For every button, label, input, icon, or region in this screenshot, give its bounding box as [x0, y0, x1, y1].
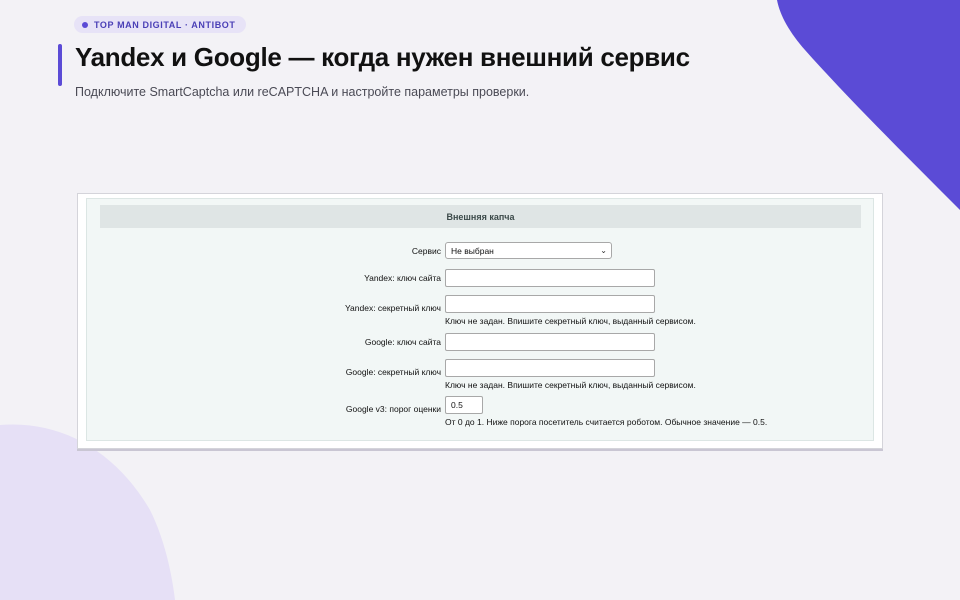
captcha-settings-form: Внешняя капча Сервис Не выбран ⌄ Yandex:… [86, 198, 874, 441]
google-v3-threshold-hint: От 0 до 1. Ниже порога посетитель считае… [445, 417, 768, 427]
service-label: Сервис [411, 246, 441, 256]
yandex-secret-key-hint: Ключ не задан. Впишите секретный ключ, в… [445, 316, 696, 326]
title-accent-bar [58, 44, 62, 86]
google-site-key-label: Google: ключ сайта [364, 337, 441, 347]
google-v3-threshold-label: Google v3: порог оценки [345, 404, 441, 414]
yandex-site-key-label: Yandex: ключ сайта [364, 273, 441, 283]
yandex-secret-key-input[interactable] [445, 295, 655, 313]
google-secret-key-input[interactable] [445, 359, 655, 377]
page-subtitle: Подключите SmartCaptcha или reCAPTCHA и … [75, 85, 530, 99]
page-title: Yandex и Google — когда нужен внешний се… [75, 42, 690, 72]
google-secret-key-label: Google: секретный ключ [345, 367, 441, 377]
section-title: Внешняя капча [446, 211, 515, 222]
yandex-site-key-input[interactable] [445, 269, 655, 287]
badge-dot-icon [82, 21, 88, 28]
google-v3-threshold-input[interactable]: 0.5 [445, 396, 483, 414]
service-select[interactable]: Не выбран ⌄ [445, 242, 612, 259]
badge-label: TOP MAN DIGITAL · ANTIBOT [94, 19, 236, 30]
chevron-down-icon: ⌄ [600, 246, 607, 255]
yandex-secret-key-label: Yandex: секретный ключ [345, 303, 441, 313]
google-secret-key-hint: Ключ не задан. Впишите секретный ключ, в… [445, 380, 696, 390]
settings-screenshot-panel: Внешняя капча Сервис Не выбран ⌄ Yandex:… [77, 193, 883, 449]
google-site-key-input[interactable] [445, 333, 655, 351]
service-select-value: Не выбран [451, 245, 494, 256]
section-header: Внешняя капча [100, 205, 861, 228]
brand-badge: TOP MAN DIGITAL · ANTIBOT [74, 16, 246, 33]
